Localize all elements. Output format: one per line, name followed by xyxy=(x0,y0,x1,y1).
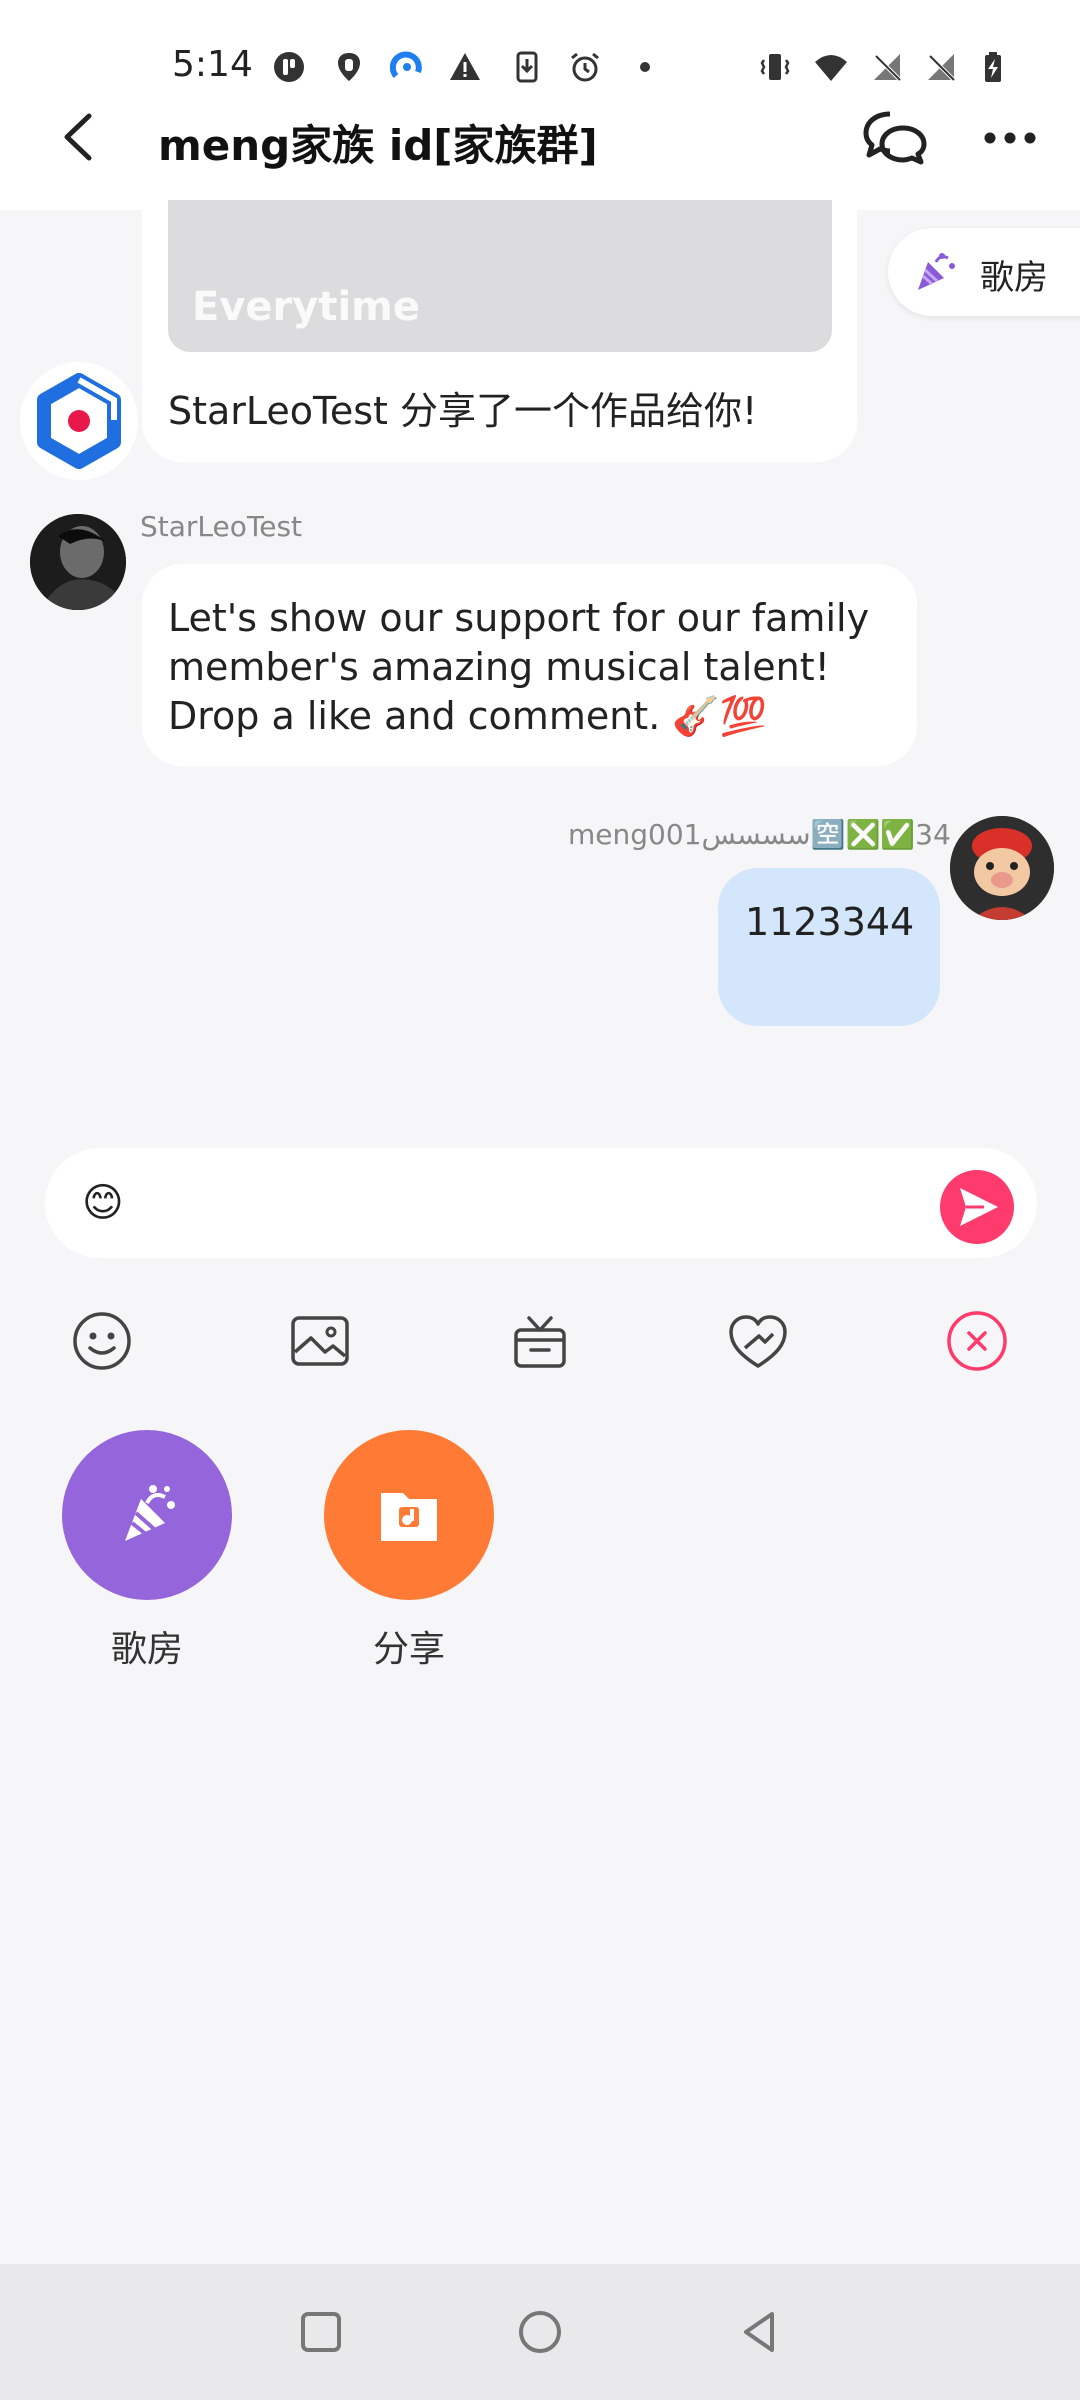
chat-bubbles-icon[interactable] xyxy=(860,108,930,168)
alarm-icon xyxy=(568,50,602,84)
signal-off-icon xyxy=(870,50,904,84)
share-label: 分享 xyxy=(372,1629,445,1670)
message-text-self: 1123344 xyxy=(745,900,915,944)
wifi-icon xyxy=(814,50,848,84)
image-icon[interactable] xyxy=(287,1308,353,1374)
vibrate-icon xyxy=(758,50,792,84)
avatar-starleotest[interactable] xyxy=(30,514,126,610)
heart-handshake-icon[interactable] xyxy=(725,1308,791,1374)
warning-icon xyxy=(448,50,482,84)
back-nav-icon[interactable] xyxy=(734,2306,786,2358)
app-notification-icon xyxy=(272,50,306,84)
ktv-room-icon xyxy=(125,1485,175,1541)
message-bubble-self[interactable] xyxy=(718,868,940,1026)
close-panel-icon[interactable] xyxy=(944,1308,1010,1374)
party-popper-icon xyxy=(912,248,958,294)
battery-charging-icon xyxy=(976,50,1010,84)
shared-work-title: Everytime xyxy=(192,284,420,330)
avatar-self[interactable] xyxy=(950,816,1054,920)
system-avatar[interactable] xyxy=(20,362,138,480)
more-dots-icon[interactable] xyxy=(980,118,1040,158)
location-shield-icon xyxy=(332,50,366,84)
sender-name-self: meng001سسسس🈳❎✅34 xyxy=(568,818,951,851)
message-input-value[interactable]: 😊 xyxy=(82,1180,124,1226)
ktv-room-floating-label: 歌房 xyxy=(980,258,1048,298)
page-title: meng家族 id[家族群] xyxy=(158,121,598,170)
home-icon[interactable] xyxy=(514,2306,566,2358)
message-input[interactable] xyxy=(45,1148,1037,1258)
emoji-icon[interactable] xyxy=(69,1308,135,1374)
send-button[interactable] xyxy=(940,1170,1014,1244)
gift-icon[interactable] xyxy=(507,1308,573,1374)
back-arrow-icon[interactable] xyxy=(55,110,99,164)
sender-name: StarLeoTest xyxy=(140,510,303,543)
share-button[interactable] xyxy=(324,1430,494,1600)
recent-apps-icon[interactable] xyxy=(295,2306,347,2358)
message-text: Let's show our support for our family me… xyxy=(168,596,870,738)
download-icon xyxy=(510,50,544,84)
signal-off-icon-2 xyxy=(924,50,958,84)
dot-icon xyxy=(628,50,662,84)
ktv-room-button[interactable] xyxy=(62,1430,232,1600)
shared-work-caption: StarLeoTest 分享了一个作品给你! xyxy=(168,389,758,433)
send-icon xyxy=(960,1188,998,1226)
status-time: 5:14 xyxy=(172,44,253,85)
browser-icon xyxy=(390,50,424,84)
ktv-room-label: 歌房 xyxy=(110,1629,183,1670)
share-music-icon xyxy=(381,1493,437,1541)
